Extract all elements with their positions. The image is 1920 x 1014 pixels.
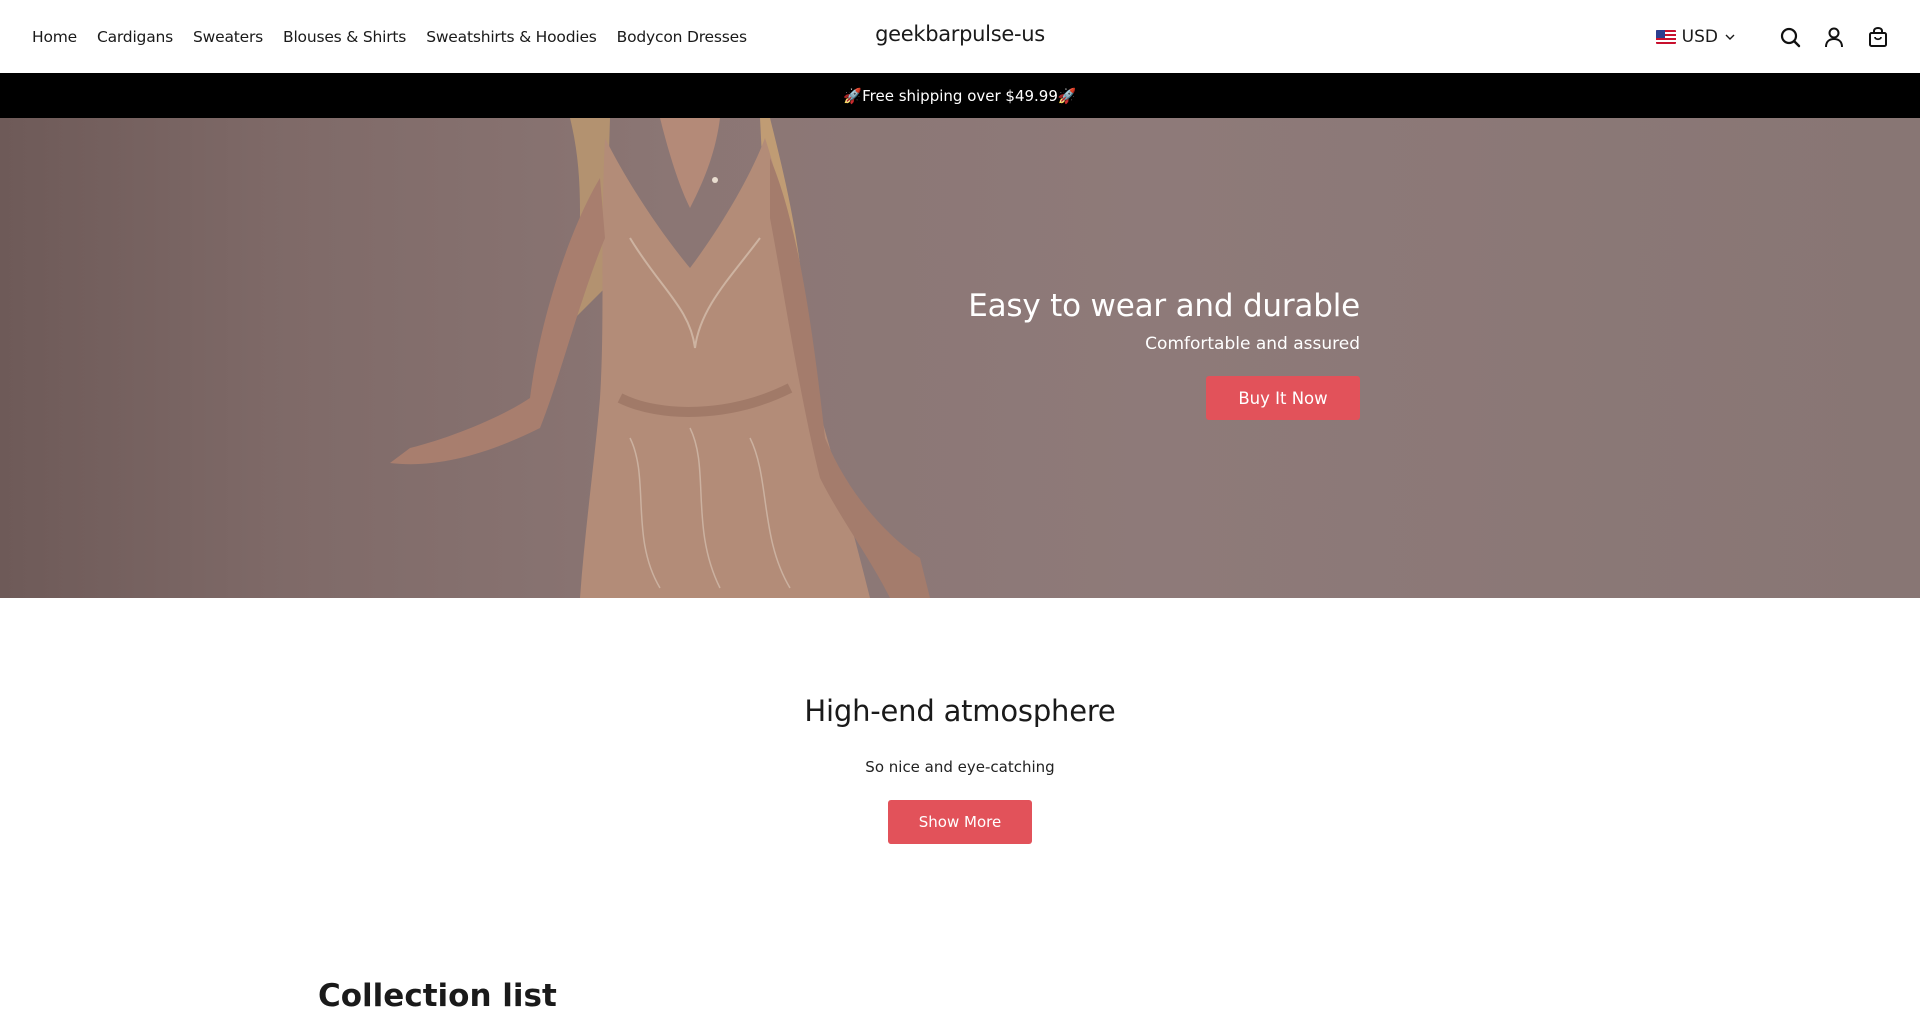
- announcement-bar: 🚀Free shipping over $49.99🚀: [0, 73, 1920, 118]
- hero-content: Easy to wear and durable Comfortable and…: [968, 288, 1360, 420]
- currency-selector[interactable]: USD: [1655, 26, 1736, 47]
- search-button[interactable]: [1778, 25, 1802, 49]
- nav-link-blouses-shirts[interactable]: Blouses & Shirts: [283, 28, 406, 46]
- header-actions: USD: [1655, 0, 1890, 73]
- account-icon: [1825, 27, 1843, 47]
- nav-link-cardigans[interactable]: Cardigans: [97, 28, 173, 46]
- feature-subtitle: So nice and eye-catching: [865, 758, 1055, 776]
- brand-logo-text[interactable]: geekbarpulse-us: [875, 22, 1045, 46]
- hero-title: Easy to wear and durable: [968, 288, 1360, 324]
- nav-link-home[interactable]: Home: [32, 28, 77, 46]
- flag-us-icon: [1655, 29, 1676, 44]
- cart-icon: [1869, 26, 1887, 47]
- chevron-down-icon: [1725, 34, 1735, 40]
- feature-title: High-end atmosphere: [804, 694, 1116, 728]
- nav-link-sweatshirts-hoodies[interactable]: Sweatshirts & Hoodies: [426, 28, 597, 46]
- main-nav: Home Cardigans Sweaters Blouses & Shirts…: [32, 0, 767, 73]
- collection-list-title: Collection list: [318, 978, 557, 1014]
- announcement-text: 🚀Free shipping over $49.99🚀: [843, 86, 1077, 105]
- cart-button[interactable]: [1866, 25, 1890, 49]
- show-more-button[interactable]: Show More: [888, 800, 1032, 844]
- account-button[interactable]: [1822, 25, 1846, 49]
- buy-it-now-button[interactable]: Buy It Now: [1206, 376, 1360, 420]
- nav-link-sweaters[interactable]: Sweaters: [193, 28, 263, 46]
- hero-banner: Easy to wear and durable Comfortable and…: [0, 118, 1920, 598]
- feature-section: High-end atmosphere So nice and eye-catc…: [0, 598, 1920, 1014]
- hero-subtitle: Comfortable and assured: [1145, 334, 1360, 354]
- currency-label: USD: [1681, 26, 1718, 47]
- search-icon: [1780, 27, 1801, 47]
- nav-link-bodycon-dresses[interactable]: Bodycon Dresses: [617, 28, 747, 46]
- site-header: Home Cardigans Sweaters Blouses & Shirts…: [0, 0, 1920, 73]
